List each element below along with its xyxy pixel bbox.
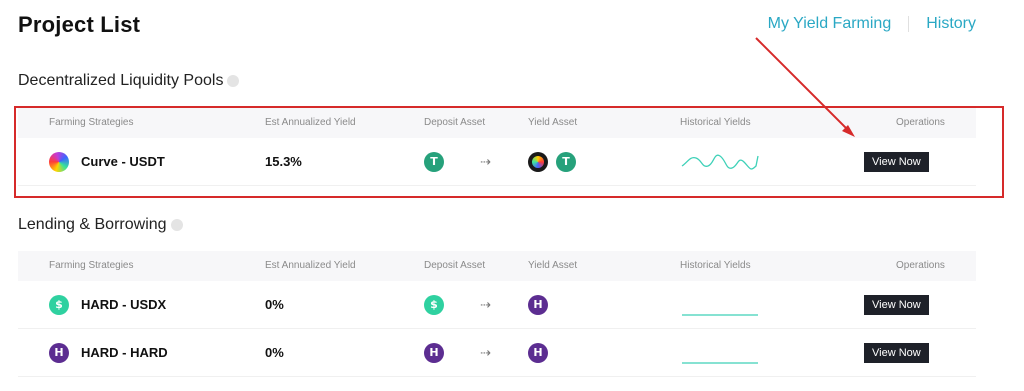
- sparkline-chart: [681, 154, 759, 170]
- strategy-cell: H HARD - HARD: [49, 329, 168, 376]
- liquidity-pools-table: Farming Strategies Est Annualized Yield …: [18, 108, 976, 186]
- col-est-annualized-yield: Est Annualized Yield: [265, 260, 356, 271]
- hard-icon: H: [528, 294, 548, 315]
- asset-arrow-cell: ⇢: [480, 329, 491, 376]
- yield-cell: 15.3%: [265, 138, 302, 185]
- yield-value: 0%: [265, 345, 284, 360]
- operations-cell: View Now: [864, 281, 929, 328]
- hard-icon: H: [528, 342, 548, 363]
- curve-icon: [528, 151, 548, 172]
- deposit-asset-cell: $: [424, 281, 444, 328]
- col-deposit-asset: Deposit Asset: [424, 117, 486, 128]
- deposit-asset-cell: H: [424, 329, 444, 376]
- yield-asset-cell: H: [528, 281, 548, 328]
- info-icon[interactable]: [227, 75, 240, 87]
- col-historical-yields: Historical Yields: [680, 117, 751, 128]
- my-yield-farming-link[interactable]: My Yield Farming: [768, 15, 892, 33]
- view-now-button[interactable]: View Now: [864, 342, 929, 363]
- strategy-cell: Curve - USDT: [49, 138, 165, 185]
- table-row: H HARD - HARD 0% H ⇢ H View Now: [18, 329, 976, 377]
- table-row: Curve - USDT 15.3% T ⇢ T View Now: [18, 138, 976, 186]
- col-yield-asset: Yield Asset: [528, 260, 578, 271]
- arrow-icon: ⇢: [480, 344, 491, 360]
- arrow-icon: ⇢: [480, 153, 491, 169]
- col-yield-asset: Yield Asset: [528, 117, 578, 128]
- usdx-icon: $: [424, 294, 444, 315]
- history-link[interactable]: History: [926, 15, 976, 33]
- col-farming-strategies: Farming Strategies: [49, 117, 134, 128]
- asset-arrow-cell: ⇢: [480, 138, 491, 185]
- operations-cell: View Now: [864, 138, 929, 185]
- operations-cell: View Now: [864, 329, 929, 376]
- lending-borrowing-table: Farming Strategies Est Annualized Yield …: [18, 251, 976, 377]
- yield-cell: 0%: [265, 281, 284, 328]
- col-est-annualized-yield: Est Annualized Yield: [265, 117, 356, 128]
- usdt-icon: T: [556, 151, 576, 172]
- curve-icon: [49, 151, 69, 172]
- strategy-name: HARD - HARD: [81, 345, 168, 360]
- yield-asset-cell: T: [528, 138, 576, 185]
- col-farming-strategies: Farming Strategies: [49, 260, 134, 271]
- info-icon[interactable]: [170, 219, 183, 231]
- table-header: Farming Strategies Est Annualized Yield …: [18, 251, 976, 281]
- yield-asset-cell: H: [528, 329, 548, 376]
- section-title-lending-borrowing: Lending & Borrowing: [18, 216, 183, 234]
- historical-yield-cell: [680, 138, 760, 185]
- view-now-button[interactable]: View Now: [864, 151, 929, 172]
- historical-yield-cell: [680, 281, 760, 328]
- yield-cell: 0%: [265, 329, 284, 376]
- sparkline-chart: [682, 313, 758, 316]
- strategy-name: Curve - USDT: [81, 154, 165, 169]
- col-historical-yields: Historical Yields: [680, 260, 751, 271]
- strategy-cell: $ HARD - USDX: [49, 281, 166, 328]
- nav-divider: [908, 16, 910, 32]
- deposit-asset-cell: T: [424, 138, 444, 185]
- asset-arrow-cell: ⇢: [480, 281, 491, 328]
- hard-icon: H: [424, 342, 444, 363]
- page-title: Project List: [18, 12, 141, 37]
- view-now-button[interactable]: View Now: [864, 294, 929, 315]
- table-header: Farming Strategies Est Annualized Yield …: [18, 108, 976, 138]
- yield-value: 15.3%: [265, 154, 302, 169]
- arrow-icon: ⇢: [480, 296, 491, 312]
- top-nav: My Yield Farming History: [768, 15, 976, 33]
- yield-value: 0%: [265, 297, 284, 312]
- col-deposit-asset: Deposit Asset: [424, 260, 486, 271]
- hard-icon: H: [49, 342, 69, 363]
- section-title-liquidity-pools: Decentralized Liquidity Pools: [18, 72, 240, 90]
- section-title-label: Decentralized Liquidity Pools: [18, 72, 224, 89]
- section-title-label: Lending & Borrowing: [18, 216, 167, 233]
- historical-yield-cell: [680, 329, 760, 376]
- usdx-icon: $: [49, 294, 69, 315]
- sparkline-chart: [682, 361, 758, 364]
- strategy-name: HARD - USDX: [81, 297, 167, 312]
- table-row: $ HARD - USDX 0% $ ⇢ H View Now: [18, 281, 976, 329]
- col-operations: Operations: [896, 117, 945, 128]
- col-operations: Operations: [896, 260, 945, 271]
- usdt-icon: T: [424, 151, 444, 172]
